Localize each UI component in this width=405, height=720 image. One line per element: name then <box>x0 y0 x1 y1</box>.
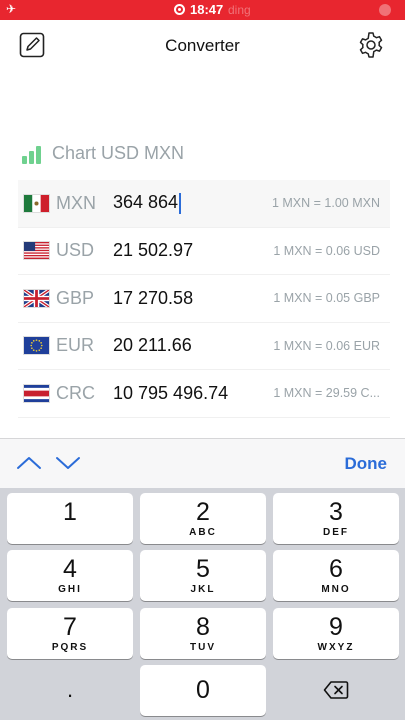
status-indicator-icon <box>379 4 391 16</box>
usa-flag-icon <box>23 241 50 261</box>
currency-row-eur[interactable]: EUR 20 211.66 1 MXN = 0.06 EUR <box>18 323 390 370</box>
currency-amount[interactable]: 21 502.97 <box>113 240 193 261</box>
screen-recording-icon <box>174 4 185 15</box>
chevron-up-icon[interactable] <box>16 453 42 473</box>
currency-rate: 1 MXN = 0.05 GBP <box>273 291 380 306</box>
chevron-down-icon[interactable] <box>55 453 81 473</box>
page-title: Converter <box>165 36 240 55</box>
key-7[interactable]: 7 PQRS <box>7 608 133 659</box>
chart-link-label: Chart USD MXN <box>52 143 185 163</box>
key-1[interactable]: 1 <box>7 493 133 544</box>
currency-rate: 1 MXN = 1.00 MXN <box>271 196 380 211</box>
currency-code: USD <box>56 240 95 261</box>
key-9[interactable]: 9 WXYZ <box>273 608 399 659</box>
delete-button[interactable] <box>273 665 399 716</box>
text-cursor <box>179 193 182 215</box>
currency-rate: 1 MXN = 0.06 USD <box>273 243 380 258</box>
status-bar: ✈ 18:47 ding <box>0 0 405 20</box>
backspace-icon <box>323 681 349 699</box>
currency-list: MXN 364 864 1 MXN = 1.00 MXN USD 21 502.… <box>18 180 390 418</box>
keyboard-accessory-bar: Done <box>0 438 405 488</box>
currency-amount-input[interactable]: 364 864 <box>113 192 182 215</box>
recording-ghost-text: ding <box>228 3 251 17</box>
numeric-keypad: 1 2 ABC 3 DEF 4 GHI 5 JKL 6 MNO 7 PQRS 8… <box>0 488 405 720</box>
status-time-group: 18:47 <box>174 2 223 17</box>
currency-code: GBP <box>56 287 95 308</box>
currency-rate: 1 MXN = 0.06 EUR <box>273 338 380 353</box>
key-5[interactable]: 5 JKL <box>140 550 266 601</box>
currency-row-mxn[interactable]: MXN 364 864 1 MXN = 1.00 MXN <box>18 180 390 228</box>
chart-link[interactable]: Chart USD MXN <box>22 143 184 164</box>
done-button[interactable]: Done <box>345 454 388 474</box>
airplane-mode-icon: ✈ <box>6 2 17 16</box>
currency-amount[interactable]: 20 211.66 <box>113 335 192 356</box>
currency-row-crc[interactable]: CRC 10 795 496.74 1 MXN = 29.59 C... <box>18 370 390 418</box>
currency-amount[interactable]: 10 795 496.74 <box>113 383 228 404</box>
key-decimal[interactable]: . <box>7 665 133 716</box>
currency-code: EUR <box>56 335 95 356</box>
currency-row-gbp[interactable]: GBP 17 270.58 1 MXN = 0.05 GBP <box>18 275 390 323</box>
key-0[interactable]: 0 <box>140 665 266 716</box>
currency-code: MXN <box>56 192 96 213</box>
status-time: 18:47 <box>190 2 224 17</box>
nav-bar: Converter <box>0 20 405 72</box>
currency-amount[interactable]: 17 270.58 <box>113 288 193 309</box>
key-6[interactable]: 6 MNO <box>273 550 399 601</box>
key-2[interactable]: 2 ABC <box>140 493 266 544</box>
costa-rica-flag-icon <box>23 383 50 403</box>
currency-code: CRC <box>56 382 95 403</box>
gear-icon[interactable] <box>357 31 385 59</box>
key-4[interactable]: 4 GHI <box>7 550 133 601</box>
key-3[interactable]: 3 DEF <box>273 493 399 544</box>
mexico-flag-icon <box>23 193 50 213</box>
currency-rate: 1 MXN = 29.59 C... <box>273 386 380 401</box>
key-8[interactable]: 8 TUV <box>140 608 266 659</box>
bar-chart-icon <box>22 144 44 164</box>
uk-flag-icon <box>23 288 50 308</box>
currency-row-usd[interactable]: USD 21 502.97 1 MXN = 0.06 USD <box>18 228 390 275</box>
eu-flag-icon <box>23 336 50 356</box>
